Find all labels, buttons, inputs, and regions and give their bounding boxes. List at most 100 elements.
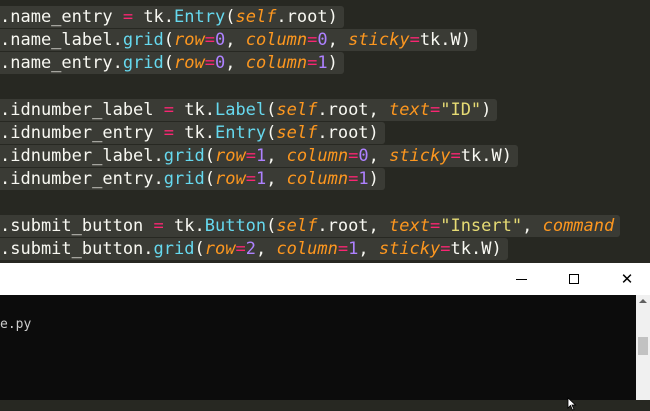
code-token: grid [122, 30, 164, 51]
maximize-icon [569, 274, 579, 284]
console-window[interactable]: ✕ e.py [0, 263, 650, 411]
code-token: self [276, 123, 318, 143]
code-token: = [245, 169, 256, 190]
code-token: = [163, 123, 175, 143]
code-token: column [286, 169, 349, 190]
code-token: ( [194, 239, 205, 259]
close-icon: ✕ [620, 270, 634, 288]
code-token: , [522, 215, 543, 236]
code-token: 1 [348, 239, 359, 259]
console-scrollbar[interactable] [636, 295, 650, 400]
code-line: .submit_button.grid(row=2, column=1, sti… [0, 238, 508, 260]
code-token: = [122, 7, 134, 27]
code-token: grid [163, 146, 205, 167]
code-line: .name_label.grid(row=0, column=0, sticky… [0, 29, 477, 52]
code-token: tk. [174, 123, 215, 143]
code-token: 1 [317, 53, 328, 74]
code-token: ( [266, 215, 277, 236]
code-token: , [225, 53, 246, 74]
code-token: column [286, 146, 349, 167]
code-line: .name_entry = tk.Entry(self.root) [0, 6, 344, 28]
code-token: row [174, 53, 205, 74]
code-token: 0 [215, 30, 226, 51]
code-token: .name_entry [0, 7, 123, 27]
code-token: 1 [255, 146, 267, 167]
code-token: .submit_button [0, 215, 154, 236]
code-token: text [389, 215, 430, 236]
code-token: "Insert" [440, 215, 523, 236]
minimize-button[interactable] [498, 263, 544, 295]
code-token: ( [163, 53, 175, 74]
code-token: self [276, 215, 318, 236]
code-token: ) [327, 53, 338, 74]
code-token: ( [225, 7, 236, 27]
code-token: , [327, 30, 349, 51]
code-token: = [307, 30, 318, 51]
code-token: column [276, 239, 338, 259]
code-token: sticky [378, 239, 441, 259]
code-token: self [235, 7, 277, 27]
code-token: 0 [358, 146, 369, 167]
scrollbar-thumb[interactable] [638, 337, 648, 355]
code-token: "ID" [440, 99, 482, 120]
mouse-cursor-icon [567, 397, 577, 411]
code-token: command [542, 215, 615, 236]
code-token: Entry [214, 123, 267, 143]
code-token: .name_label. [0, 30, 123, 51]
code-token: .idnumber_label. [0, 146, 164, 167]
console-titlebar[interactable]: ✕ [0, 263, 650, 295]
close-button[interactable]: ✕ [604, 263, 650, 295]
code-token: 2 [245, 239, 256, 259]
code-token: tk. [174, 99, 215, 120]
code-token: = [450, 146, 461, 167]
code-token: , [358, 239, 379, 259]
code-token: tk.W) [419, 30, 471, 51]
code-token: row [174, 30, 205, 51]
code-token: 0 [317, 30, 328, 51]
code-token: .root) [276, 7, 338, 27]
code-token: grid [163, 169, 205, 190]
code-line: .idnumber_label = tk.Label(self.root, te… [0, 98, 498, 121]
code-editor[interactable]: .name_entry = tk.Entry(self.root) .name_l… [0, 0, 650, 263]
code-token: Label [214, 99, 267, 120]
code-token: = [429, 215, 441, 236]
code-token: ( [266, 99, 277, 120]
maximize-button[interactable] [551, 263, 597, 295]
code-token: = [440, 239, 451, 259]
code-line: .idnumber_entry.grid(row=1, column=1) [0, 168, 385, 191]
code-token: = [204, 30, 215, 51]
code-token: tk.W) [450, 239, 502, 259]
code-token: = [429, 99, 441, 120]
code-line: .submit_button = tk.Button(self.root, te… [0, 214, 621, 237]
code-token: tk. [133, 7, 175, 27]
code-token: Entry [174, 7, 226, 27]
code-token: , [266, 169, 287, 190]
code-token: 0 [215, 53, 226, 74]
code-token: row [214, 146, 246, 167]
code-token: .root, [317, 99, 390, 120]
code-token: ( [204, 146, 215, 167]
code-token: grid [153, 239, 195, 259]
code-token: 1 [255, 169, 267, 190]
code-token: , [225, 30, 246, 51]
code-token: text [389, 99, 430, 120]
code-token: = [348, 169, 359, 190]
code-token: ) [368, 169, 379, 190]
code-token: column [245, 30, 308, 51]
code-token: = [245, 146, 256, 167]
code-line: .name_entry.grid(row=0, column=1) [0, 52, 344, 75]
code-token: row [214, 169, 246, 190]
code-token: = [348, 146, 359, 167]
code-token: = [409, 30, 420, 51]
code-token: column [245, 53, 308, 74]
code-token: sticky [389, 146, 451, 167]
console-output-area[interactable]: e.py [0, 295, 636, 411]
minimize-icon [515, 278, 527, 280]
scroll-up-arrow-icon[interactable] [639, 299, 647, 303]
code-token: 1 [358, 169, 369, 190]
code-token: = [337, 239, 349, 259]
code-token: .name_entry. [0, 53, 123, 74]
code-token: = [153, 215, 164, 236]
code-token: .idnumber_label [0, 99, 164, 120]
code-token: , [255, 239, 277, 259]
